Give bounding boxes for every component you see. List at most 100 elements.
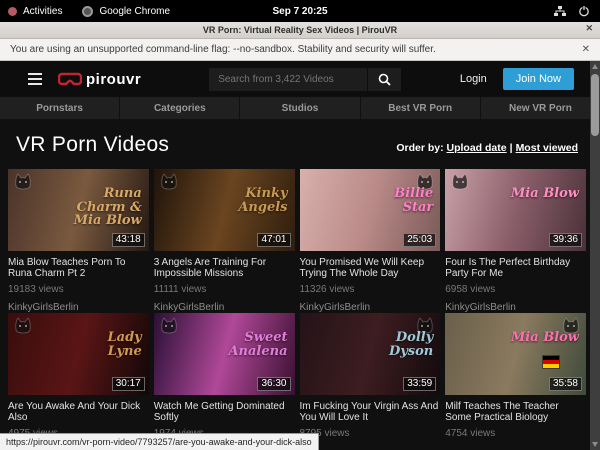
video-grid: Runa Charm & Mia Blow 43:18 Mia Blow Tea… [8,169,586,446]
video-thumbnail[interactable]: Dolly Dyson 33:59 [300,313,441,395]
thumbnail-performer-name: Runa Charm & Mia Blow [72,187,142,228]
nav-item-categories[interactable]: Categories [120,97,240,119]
nav-item-best-vr-porn[interactable]: Best VR Porn [361,97,481,119]
video-title[interactable]: You Promised We Will Keep Trying The Who… [300,257,441,279]
search-button[interactable] [367,68,401,91]
status-url-bubble: https://pirouvr.com/vr-porn-video/779325… [0,433,319,450]
video-card[interactable]: Lady Lyne 30:17 Are You Awake And Your D… [8,313,149,446]
site-logo-text: pirouvr [86,71,141,88]
thumbnail-performer-name: Billie Star [363,187,433,214]
video-title[interactable]: Im Fucking Your Virgin Ass And You Will … [300,401,441,423]
chrome-app-icon [82,6,93,17]
video-studio-link[interactable]: KinkyGirlsBerlin [8,302,149,313]
network-icon[interactable] [554,5,566,17]
studio-watermark-icon [13,173,33,190]
sandbox-warning-bar: You are using an unsupported command-lin… [0,39,600,61]
page-heading-row: VR Porn Videos Order by: Upload date|Mos… [0,119,600,169]
duration-badge: 39:36 [549,233,582,247]
warning-text: You are using an unsupported command-lin… [10,44,436,55]
video-title[interactable]: Are You Awake And Your Dick Also [8,401,149,423]
power-icon[interactable] [578,5,590,17]
thumbnail-performer-name: Sweet Analena [218,331,288,358]
nav-item-pornstars[interactable]: Pornstars [0,97,120,119]
page-scrollbar[interactable] [590,61,600,450]
clock[interactable]: Sep 7 20:25 [272,6,327,17]
search-box [209,68,401,91]
activities-button[interactable]: Activities [23,6,62,17]
video-card[interactable]: Runa Charm & Mia Blow 43:18 Mia Blow Tea… [8,169,149,313]
site-logo[interactable]: pirouvr [58,71,141,88]
video-thumbnail[interactable]: Mia Blow 35:58 [445,313,586,395]
order-by-label: Order by: [396,142,443,154]
thumbnail-performer-name: Dolly Dyson [363,331,433,358]
video-thumbnail[interactable]: Runa Charm & Mia Blow 43:18 [8,169,149,251]
nav-item-new-vr-porn[interactable]: New VR Porn [481,97,600,119]
video-views: 11326 views [300,284,441,295]
search-icon [378,73,391,86]
duration-badge: 47:01 [257,233,290,247]
browser-title-bar: VR Porn: Virtual Reality Sex Videos | Pi… [0,22,600,39]
studio-watermark-icon [159,173,179,190]
system-top-bar: Activities Google Chrome Sep 7 20:25 [0,0,600,22]
thumbnail-performer-name: Mia Blow [511,187,579,201]
video-card[interactable]: Mia Blow 35:58 Milf Teaches The Teacher … [445,313,586,446]
video-card[interactable]: Mia Blow 39:36 Four Is The Perfect Birth… [445,169,586,313]
video-thumbnail[interactable]: Lady Lyne 30:17 [8,313,149,395]
video-title[interactable]: Mia Blow Teaches Porn To Runa Charm Pt 2 [8,257,149,279]
video-views: 4754 views [445,428,586,439]
page-viewport: pirouvr Login Join Now PornstarsCategori… [0,61,600,450]
video-thumbnail[interactable]: Billie Star 25:03 [300,169,441,251]
video-card[interactable]: Billie Star 25:03 You Promised We Will K… [300,169,441,313]
video-title[interactable]: Four Is The Perfect Birthday Party For M… [445,257,586,279]
tab-title: VR Porn: Virtual Reality Sex Videos | Pi… [203,25,397,35]
join-now-button[interactable]: Join Now [503,68,574,90]
page-title: VR Porn Videos [16,133,169,157]
menu-hamburger-icon[interactable] [28,73,42,85]
video-card[interactable]: Kinky Angels 47:01 3 Angels Are Training… [154,169,295,313]
studio-watermark-icon [159,317,179,334]
duration-badge: 43:18 [112,233,145,247]
video-views: 8795 views [300,428,441,439]
scroll-up-icon[interactable] [592,64,598,69]
video-card[interactable]: Sweet Analena 36:30 Watch Me Getting Dom… [154,313,295,446]
duration-badge: 25:03 [403,233,436,247]
thumbnail-performer-name: Mia Blow [511,331,579,345]
german-flag-icon [542,355,560,369]
video-thumbnail[interactable]: Sweet Analena 36:30 [154,313,295,395]
video-views: 19183 views [8,284,149,295]
duration-badge: 33:59 [403,377,436,391]
main-nav: PornstarsCategoriesStudiosBest VR PornNe… [0,97,600,119]
warning-close-icon[interactable]: ✕ [582,44,590,55]
video-studio-link[interactable]: KinkyGirlsBerlin [154,302,295,313]
video-studio-link[interactable]: KinkyGirlsBerlin [445,302,586,313]
video-card[interactable]: Dolly Dyson 33:59 Im Fucking Your Virgin… [300,313,441,446]
login-button[interactable]: Login [454,69,493,89]
video-studio-link[interactable]: KinkyGirlsBerlin [300,302,441,313]
order-by: Order by: Upload date|Most viewed [396,142,578,157]
duration-badge: 30:17 [112,377,145,391]
order-separator: | [510,142,513,154]
video-thumbnail[interactable]: Kinky Angels 47:01 [154,169,295,251]
order-link-upload-date[interactable]: Upload date [447,142,507,154]
scrollbar-thumb[interactable] [591,74,599,136]
search-input[interactable] [209,68,367,91]
video-title[interactable]: 3 Angels Are Training For Impossible Mis… [154,257,295,279]
video-thumbnail[interactable]: Mia Blow 39:36 [445,169,586,251]
video-title[interactable]: Watch Me Getting Dominated Softly [154,401,295,423]
scroll-down-icon[interactable] [592,442,598,447]
thumbnail-performer-name: Lady Lyne [72,331,142,358]
focused-app-menu[interactable]: Google Chrome [99,6,170,17]
video-views: 6958 views [445,284,586,295]
video-views: 11111 views [154,284,295,295]
nav-item-studios[interactable]: Studios [240,97,360,119]
studio-watermark-icon [13,317,33,334]
vr-goggles-icon [58,72,82,87]
order-link-most-viewed[interactable]: Most viewed [516,142,578,154]
duration-badge: 36:30 [257,377,290,391]
video-title[interactable]: Milf Teaches The Teacher Some Practical … [445,401,586,423]
window-close-icon[interactable]: ✕ [585,23,593,34]
thumbnail-performer-name: Kinky Angels [218,187,288,214]
site-header: pirouvr Login Join Now [0,61,600,97]
recording-indicator-icon [8,7,17,16]
studio-watermark-icon [450,173,470,190]
